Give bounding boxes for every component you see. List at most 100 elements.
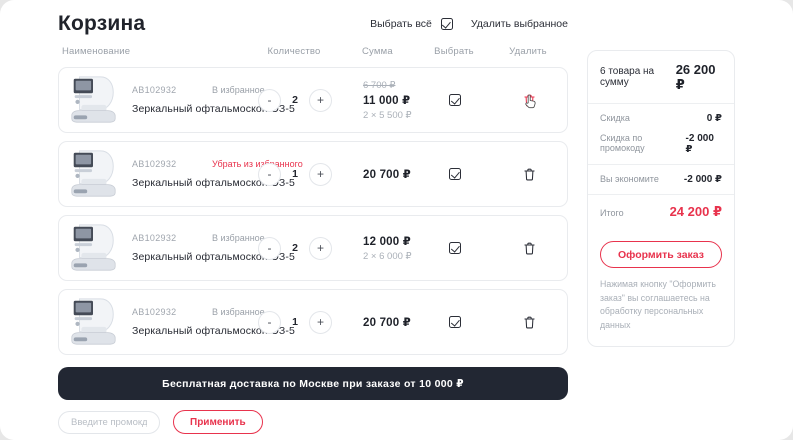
product-info: АВ102932 В избранное Зеркальный офтальмо… [59,216,239,280]
price: 20 700 ₽ [363,167,411,181]
promo-discount-row: Скидка по промокоду -2 000 ₽ [600,133,722,155]
total-row: Итого 24 200 ₽ [600,204,722,220]
decrease-quantity-button[interactable]: - [258,163,281,186]
product-image [66,295,120,349]
price: 12 000 ₽ [363,234,411,248]
summary-column: 6 товара на сумму 26 200 ₽ Скидка 0 ₽ Ск… [587,46,735,434]
quantity-value: 1 [291,168,299,180]
header-select: Выбрать [420,46,488,57]
select-all-toggle[interactable]: Выбрать всё [370,18,453,30]
delete-cell [489,216,569,280]
divider [588,164,734,165]
header-delete: Удалить [488,46,568,57]
free-delivery-banner: Бесплатная доставка по Москве при заказе… [58,367,568,400]
item-checkbox[interactable] [449,242,461,254]
decrease-quantity-button[interactable]: - [258,237,281,260]
order-summary-card: 6 товара на сумму 26 200 ₽ Скидка 0 ₽ Ск… [587,50,735,347]
quantity-value: 1 [291,316,299,328]
product-image [66,147,120,201]
product-article: АВ102932 [132,159,212,169]
price-cell: 6 700 ₽ 11 000 ₽ 2 × 5 500 ₽ [351,68,421,132]
select-cell [421,290,489,354]
top-actions: Выбрать всё Удалить выбранное [370,18,568,30]
discount-label: Скидка [600,113,630,123]
promo-discount-value: -2 000 ₽ [686,133,722,155]
delete-item-button[interactable] [524,242,535,255]
promo-code-input[interactable] [58,411,160,434]
header-sum: Сумма [350,46,420,57]
delete-item-button[interactable] [524,316,535,329]
checkout-button[interactable]: Оформить заказ [600,241,722,268]
select-cell [421,142,489,206]
total-value: 24 200 ₽ [670,204,722,220]
select-cell [421,68,489,132]
delete-cell [489,68,569,132]
select-all-label: Выбрать всё [370,18,432,30]
subtotal-value: 26 200 ₽ [676,62,722,93]
header-quantity: Количество [238,46,350,57]
cart-item-row: АВ102932 В избранное Зеркальный офтальмо… [58,215,568,281]
decrease-quantity-button[interactable]: - [258,89,281,112]
trash-icon [524,316,535,329]
increase-quantity-button[interactable]: + [309,311,332,334]
product-image [66,73,120,127]
savings-row: Вы экономите -2 000 ₽ [600,174,722,185]
product-info: АВ102932 В избранное Зеркальный офтальмо… [59,68,239,132]
item-checkbox[interactable] [449,316,461,328]
cart-column: Наименование Количество Сумма Выбрать Уд… [58,46,568,434]
increase-quantity-button[interactable]: + [309,163,332,186]
cart-item-row: АВ102932 Убрать из избранного Зеркальный… [58,141,568,207]
product-article: АВ102932 [132,85,212,95]
items-count-label: 6 товара на сумму [600,66,676,88]
select-all-checkbox[interactable] [441,18,453,30]
delete-item-button[interactable] [524,168,535,181]
discount-value: 0 ₽ [707,113,722,124]
product-info: АВ102932 Убрать из избранного Зеркальный… [59,142,239,206]
discount-row: Скидка 0 ₽ [600,113,722,124]
quantity-stepper: - 1 + [239,290,351,354]
quantity-stepper: - 2 + [239,216,351,280]
delete-cell [489,142,569,206]
checkout-disclaimer: Нажимая кнопку "Оформить заказ" вы согла… [600,278,722,333]
total-label: Итого [600,208,624,218]
quantity-value: 2 [291,242,299,254]
price-cell: 12 000 ₽ 2 × 6 000 ₽ [351,216,421,280]
increase-quantity-button[interactable]: + [309,89,332,112]
quantity-stepper: - 2 + [239,68,351,132]
delete-selected-button[interactable]: Удалить выбранное [471,18,568,30]
price: 20 700 ₽ [363,315,411,329]
delete-cell [489,290,569,354]
old-price: 6 700 ₽ [363,80,395,91]
cart-item-row: АВ102932 В избранное Зеркальный офтальмо… [58,289,568,355]
product-image [66,221,120,275]
price: 11 000 ₽ [363,93,410,107]
price-detail: 2 × 5 500 ₽ [363,110,412,121]
price-detail: 2 × 6 000 ₽ [363,251,412,262]
item-checkbox[interactable] [449,168,461,180]
item-checkbox[interactable] [449,94,461,106]
increase-quantity-button[interactable]: + [309,237,332,260]
page-title: Корзина [58,12,145,36]
subtotal-row: 6 товара на сумму 26 200 ₽ [600,62,722,93]
cart-page: Корзина Выбрать всё Удалить выбранное На… [0,0,793,440]
product-article: АВ102932 [132,233,212,243]
divider [588,194,734,195]
product-info: АВ102932 В избранное Зеркальный офтальмо… [59,290,239,354]
header-name: Наименование [58,46,238,57]
product-article: АВ102932 [132,307,212,317]
apply-promo-button[interactable]: Применить [173,410,263,434]
savings-value: -2 000 ₽ [684,174,722,185]
hand-cursor-icon [524,94,537,114]
trash-icon [524,242,535,255]
quantity-stepper: - 1 + [239,142,351,206]
trash-icon [524,168,535,181]
table-header: Наименование Количество Сумма Выбрать Уд… [58,46,568,57]
price-cell: 20 700 ₽ [351,290,421,354]
promo-row: Применить [58,410,568,434]
divider [588,103,734,104]
cart-items-list: АВ102932 В избранное Зеркальный офтальмо… [58,67,568,355]
content: Наименование Количество Сумма Выбрать Уд… [58,46,735,434]
savings-label: Вы экономите [600,174,659,184]
decrease-quantity-button[interactable]: - [258,311,281,334]
promo-discount-label: Скидка по промокоду [600,133,686,153]
